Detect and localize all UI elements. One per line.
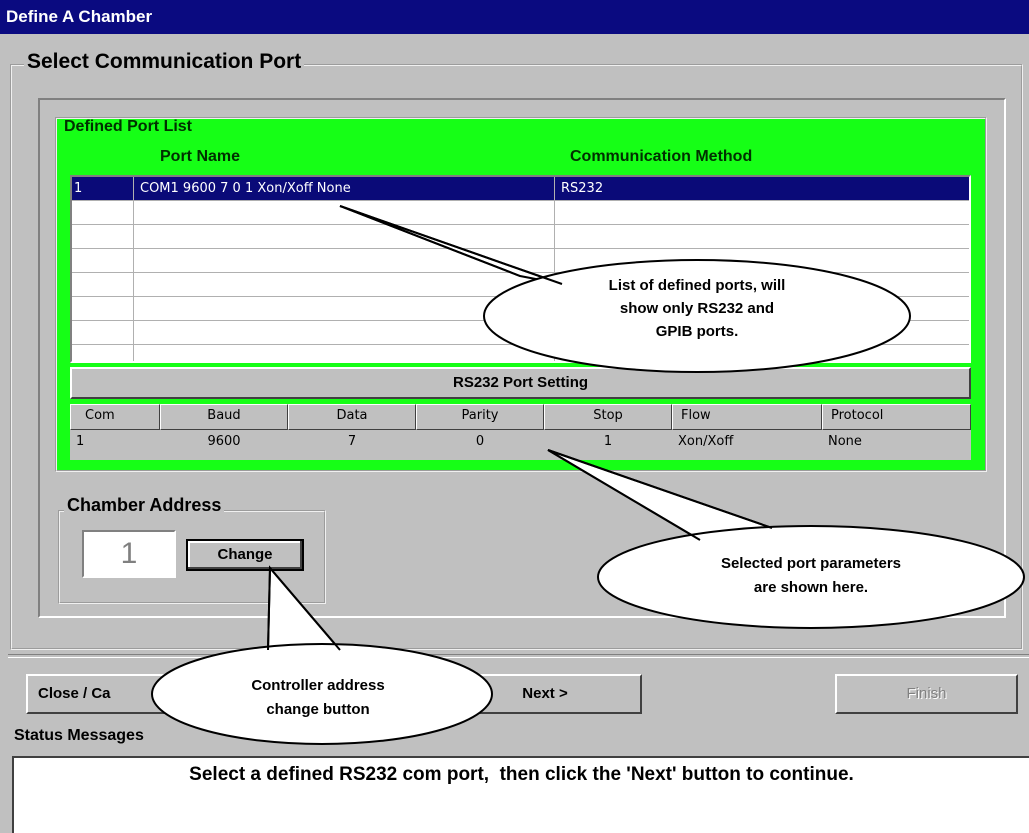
address-callout-line1: Controller address xyxy=(251,677,384,694)
params-callout-line2: are shown here. xyxy=(754,579,868,596)
port-list-callout-line3: GPIB ports. xyxy=(656,323,739,340)
port-list-callout-line2: show only RS232 and xyxy=(620,300,774,317)
port-list-callout-line1: List of defined ports, will xyxy=(609,277,786,294)
params-callout: Selected port parameters are shown here. xyxy=(547,449,1025,629)
params-callout-line1: Selected port parameters xyxy=(721,555,901,572)
address-callout-line2: change button xyxy=(266,701,369,718)
address-callout: Controller address change button xyxy=(151,565,493,745)
callout-overlay: List of defined ports, will show only RS… xyxy=(151,205,1025,745)
port-list-callout: List of defined ports, will show only RS… xyxy=(339,205,911,373)
